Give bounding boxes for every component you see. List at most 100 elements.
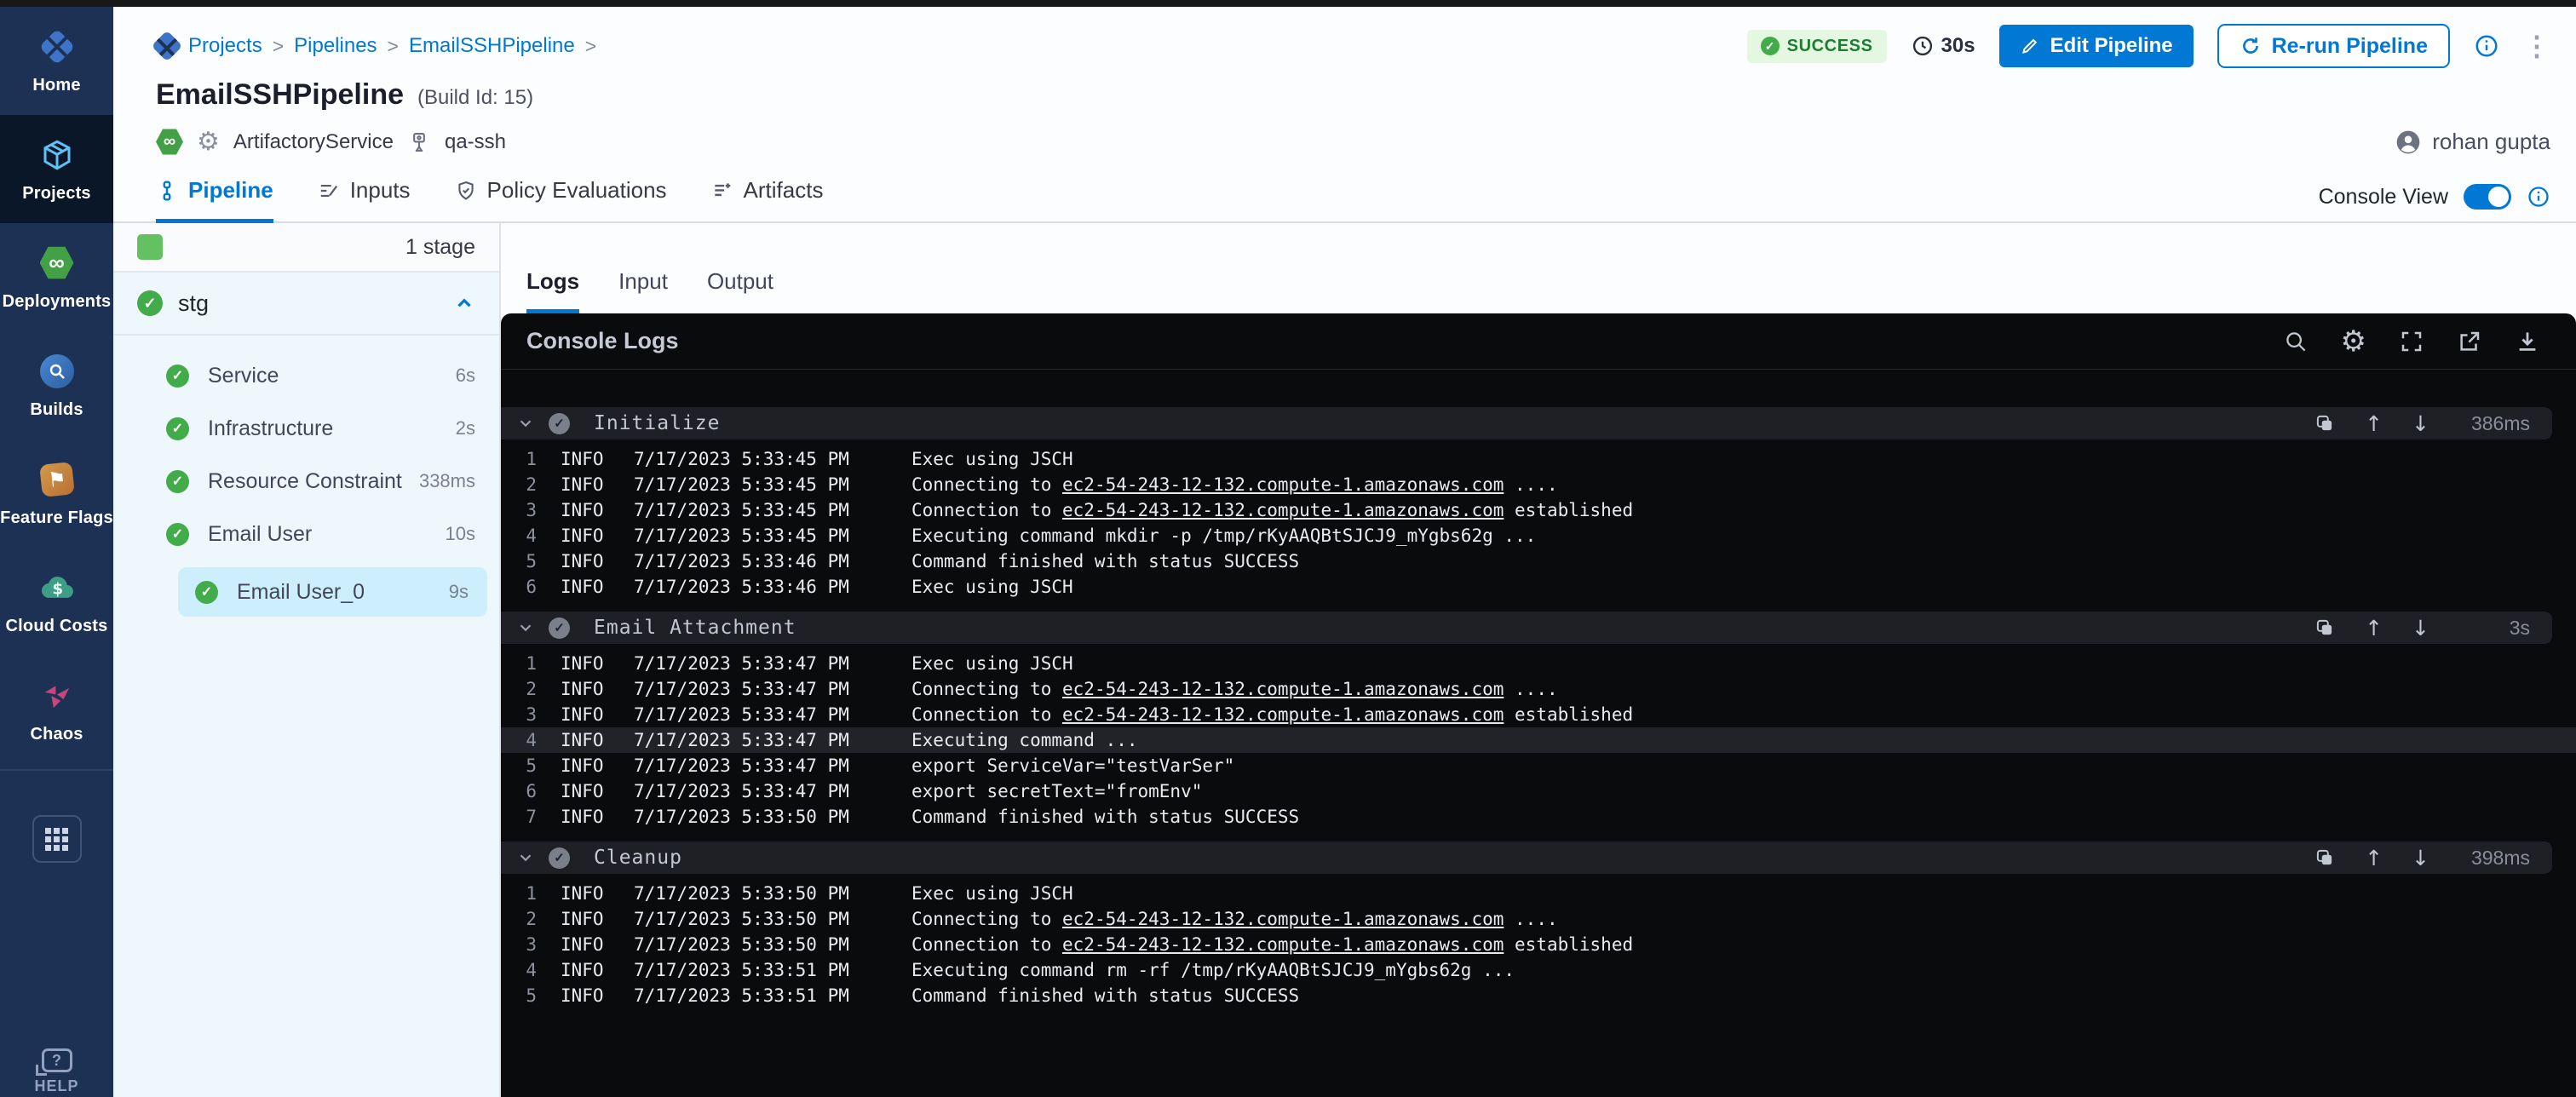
log-level: INFO: [561, 449, 613, 469]
log-tab-logs[interactable]: Logs: [526, 268, 579, 313]
step-row-resource-constraint[interactable]: ✓Resource Constraint338ms: [113, 455, 499, 508]
log-tab-output[interactable]: Output: [707, 268, 773, 313]
chaos-icon: [40, 677, 74, 715]
success-check-icon: ✓: [1761, 37, 1780, 55]
breadcrumb-link[interactable]: Projects: [188, 34, 262, 58]
stage-success-icon: ✓: [137, 290, 163, 316]
log-timestamp: 7/17/2023 5:33:45 PM: [634, 526, 862, 546]
section-name: Initialize: [594, 412, 720, 434]
log-message: Connection to ec2-54-243-12-132.compute-…: [911, 500, 1633, 520]
log-line-number: 4: [501, 526, 537, 546]
fullscreen-icon[interactable]: [2399, 329, 2424, 354]
breadcrumb-link[interactable]: Pipelines: [294, 34, 377, 58]
step-row-email-user_0[interactable]: ✓Email User_09s: [178, 567, 487, 617]
section-toolbar: ↑↓386ms: [2314, 411, 2530, 436]
log-line-number: 3: [501, 500, 537, 520]
scroll-down-icon[interactable]: ↓: [2412, 616, 2429, 640]
sidebar-item-cloud-costs[interactable]: $Cloud Costs: [0, 548, 113, 656]
tab-policy-evaluations[interactable]: Policy Evaluations: [455, 177, 667, 223]
log-timestamp: 7/17/2023 5:33:50 PM: [634, 883, 862, 904]
log-host-link[interactable]: ec2-54-243-12-132.compute-1.amazonaws.co…: [1062, 934, 1504, 955]
chevron-down-icon[interactable]: [516, 618, 535, 637]
log-timestamp: 7/17/2023 5:33:47 PM: [634, 704, 862, 725]
log-host-link[interactable]: ec2-54-243-12-132.compute-1.amazonaws.co…: [1062, 500, 1504, 520]
tab-inputs[interactable]: Inputs: [318, 177, 411, 223]
tab-pipeline[interactable]: Pipeline: [156, 177, 273, 223]
log-level: INFO: [561, 985, 613, 1006]
open-new-tab-icon[interactable]: [2457, 329, 2482, 354]
console-view-toggle[interactable]: [2464, 184, 2511, 210]
chevron-down-icon[interactable]: [516, 848, 535, 867]
log-level: INFO: [561, 551, 613, 571]
step-row-email-user[interactable]: ✓Email User10s: [113, 508, 499, 560]
sidebar-item-home[interactable]: Home: [0, 7, 113, 115]
log-line-number: 1: [501, 449, 537, 469]
log-host-link[interactable]: ec2-54-243-12-132.compute-1.amazonaws.co…: [1062, 474, 1504, 495]
log-line: 1INFO7/17/2023 5:33:50 PMExec using JSCH: [501, 881, 2576, 906]
log-section-header[interactable]: ✓Cleanup↑↓398ms: [501, 841, 2552, 874]
log-message: Connection to ec2-54-243-12-132.compute-…: [911, 934, 1633, 955]
log-level: INFO: [561, 704, 613, 725]
breadcrumb-separator: >: [273, 35, 284, 58]
tab-artifacts[interactable]: Artifacts: [711, 177, 824, 223]
sidebar-item-feature-flags[interactable]: ⚑Feature Flags: [0, 439, 113, 548]
user-chip[interactable]: rohan gupta: [2395, 129, 2550, 156]
scroll-up-icon[interactable]: ↑: [2365, 616, 2383, 640]
chevron-up-icon[interactable]: [453, 292, 475, 314]
copy-icon[interactable]: [2314, 847, 2336, 869]
log-host-link[interactable]: ec2-54-243-12-132.compute-1.amazonaws.co…: [1062, 909, 1504, 929]
stage-row[interactable]: ✓ stg: [113, 273, 499, 336]
log-section-header[interactable]: ✓Email Attachment↑↓3s: [501, 612, 2552, 644]
log-timestamp: 7/17/2023 5:33:50 PM: [634, 909, 862, 929]
sidebar-item-help[interactable]: ? HELP: [0, 1048, 113, 1097]
sidebar-item-chaos[interactable]: Chaos: [0, 656, 113, 764]
log-line-number: 6: [501, 781, 537, 801]
log-message: Command finished with status SUCCESS: [911, 985, 1299, 1006]
sidebar-item-projects[interactable]: Projects: [0, 115, 113, 223]
search-icon[interactable]: [2283, 329, 2309, 354]
log-host-link[interactable]: ec2-54-243-12-132.compute-1.amazonaws.co…: [1062, 679, 1504, 699]
log-level: INFO: [561, 960, 613, 980]
log-host-link[interactable]: ec2-54-243-12-132.compute-1.amazonaws.co…: [1062, 704, 1504, 725]
section-name: Cleanup: [594, 847, 682, 869]
scroll-down-icon[interactable]: ↓: [2412, 411, 2429, 436]
step-row-infrastructure[interactable]: ✓Infrastructure2s: [113, 402, 499, 455]
step-row-service[interactable]: ✓Service6s: [113, 349, 499, 402]
gear-icon: ⚙: [197, 127, 220, 157]
step-success-icon: ✓: [166, 365, 189, 388]
module-picker-button[interactable]: [32, 815, 82, 863]
log-level: INFO: [561, 526, 613, 546]
step-duration: 2s: [456, 417, 475, 439]
sidebar-item-builds[interactable]: Builds: [0, 331, 113, 439]
edit-pipeline-button[interactable]: Edit Pipeline: [1999, 25, 2194, 67]
log-timestamp: 7/17/2023 5:33:46 PM: [634, 551, 862, 571]
log-tab-input[interactable]: Input: [618, 268, 668, 313]
download-icon[interactable]: [2515, 329, 2540, 354]
log-message: Connecting to ec2-54-243-12-132.compute-…: [911, 679, 1558, 699]
step-success-icon: ✓: [166, 523, 189, 546]
page-title: EmailSSHPipeline: [156, 78, 404, 112]
log-level: INFO: [561, 781, 613, 801]
sidebar-item-deployments[interactable]: ∞Deployments: [0, 223, 113, 331]
copy-icon[interactable]: [2314, 617, 2336, 639]
scroll-up-icon[interactable]: ↑: [2365, 411, 2383, 436]
user-name: rohan gupta: [2432, 129, 2550, 155]
chevron-down-icon[interactable]: [516, 414, 535, 433]
info-icon[interactable]: [2527, 185, 2550, 209]
console-title: Console Logs: [526, 328, 679, 354]
scroll-down-icon[interactable]: ↓: [2412, 846, 2429, 870]
scroll-up-icon[interactable]: ↑: [2365, 846, 2383, 870]
rerun-pipeline-button[interactable]: Re-run Pipeline: [2217, 24, 2450, 68]
breadcrumb-link[interactable]: EmailSSHPipeline: [409, 34, 575, 58]
copy-icon[interactable]: [2314, 412, 2336, 434]
clock-icon: [1911, 34, 1935, 58]
step-success-icon: ✓: [166, 417, 189, 440]
log-section-header[interactable]: ✓Initialize↑↓386ms: [501, 407, 2552, 439]
info-icon[interactable]: [2474, 33, 2499, 59]
tab-label: Pipeline: [188, 177, 273, 204]
step-list: ✓Service6s✓Infrastructure2s✓Resource Con…: [113, 336, 499, 617]
section-success-icon: ✓: [549, 413, 570, 434]
more-options-icon[interactable]: ⋮: [2523, 32, 2550, 60]
settings-icon[interactable]: ⚙: [2341, 327, 2366, 356]
console-toolbar: ⚙: [2283, 327, 2540, 356]
